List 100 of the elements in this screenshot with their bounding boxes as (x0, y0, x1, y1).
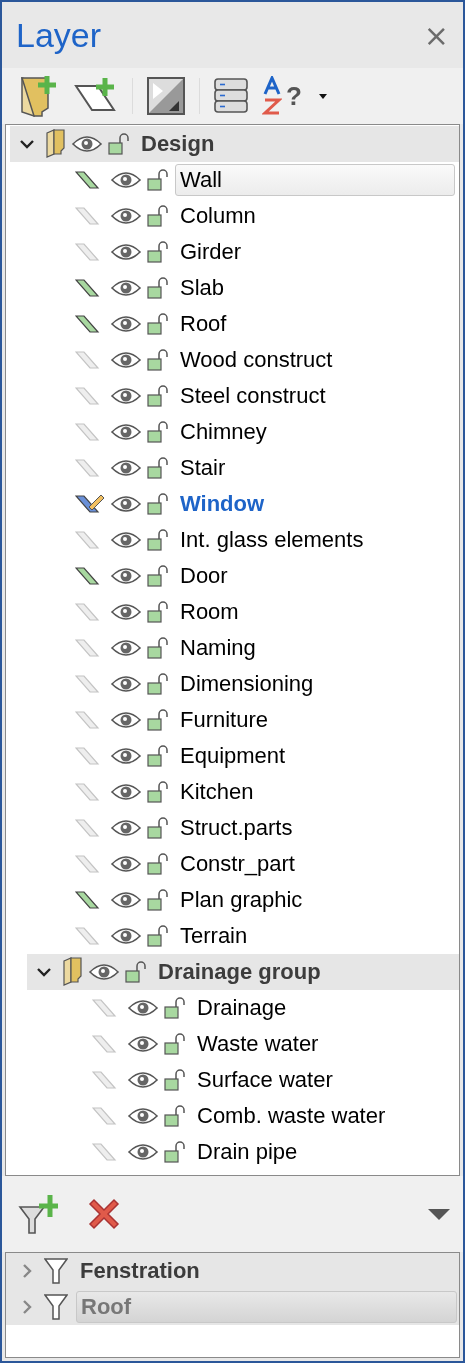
layer-name[interactable]: Drainage (192, 993, 292, 1023)
eye-icon[interactable] (111, 459, 141, 477)
eye-icon[interactable] (111, 711, 141, 729)
unlocked-padlock-icon[interactable] (164, 1033, 186, 1055)
unlocked-padlock-icon[interactable] (147, 277, 169, 299)
layer-name[interactable]: Slab (175, 273, 230, 303)
unlocked-padlock-icon[interactable] (147, 565, 169, 587)
layer-name[interactable]: Chimney (175, 417, 272, 447)
eye-icon[interactable] (128, 1035, 158, 1053)
unlocked-padlock-icon[interactable] (147, 637, 169, 659)
eye-icon[interactable] (111, 279, 141, 297)
layer-name[interactable]: Wood construct (175, 345, 338, 375)
folder-icon[interactable] (46, 129, 66, 159)
panel-title: Layer (16, 15, 102, 55)
unlocked-padlock-icon[interactable] (147, 205, 169, 227)
unlocked-padlock-icon[interactable] (147, 493, 169, 515)
unlocked-padlock-icon[interactable] (147, 169, 169, 191)
layer-name[interactable]: Naming (175, 633, 261, 663)
eye-icon[interactable] (128, 1107, 158, 1125)
layer-name[interactable]: Girder (175, 237, 247, 267)
layer-name[interactable]: Furniture (175, 705, 274, 735)
add-filter-button[interactable] (18, 1193, 58, 1235)
layer-name[interactable]: Stair (175, 453, 231, 483)
layer-name[interactable]: Column (175, 201, 261, 231)
eye-icon[interactable] (111, 747, 141, 765)
unlocked-padlock-icon[interactable] (164, 1141, 186, 1163)
layer-name[interactable]: Comb. waste water (192, 1101, 391, 1131)
layer-name[interactable]: Window (175, 489, 270, 519)
eye-icon[interactable] (111, 675, 141, 693)
eye-icon[interactable] (111, 783, 141, 801)
unlocked-padlock-icon[interactable] (147, 349, 169, 371)
unlocked-padlock-icon[interactable] (147, 709, 169, 731)
group-row[interactable]: Drainage group (27, 954, 459, 990)
layer-name[interactable]: Surface water (192, 1065, 338, 1095)
layer-list-button[interactable] (214, 78, 248, 114)
unlocked-padlock-icon[interactable] (147, 457, 169, 479)
group-name[interactable]: Drainage group (153, 957, 326, 987)
close-button[interactable]: × (419, 17, 453, 53)
eye-icon[interactable] (111, 531, 141, 549)
unlocked-padlock-icon[interactable] (164, 997, 186, 1019)
unlocked-padlock-icon[interactable] (147, 925, 169, 947)
layer-name[interactable]: Door (175, 561, 233, 591)
eye-icon[interactable] (72, 135, 102, 153)
layer-name[interactable]: Plan graphic (175, 885, 308, 915)
layer-name[interactable]: Roof (175, 309, 232, 339)
eye-icon[interactable] (111, 495, 141, 513)
eye-icon[interactable] (128, 1071, 158, 1089)
unlocked-padlock-icon[interactable] (147, 313, 169, 335)
eye-icon[interactable] (111, 855, 141, 873)
eye-icon[interactable] (111, 567, 141, 585)
unlocked-padlock-icon[interactable] (147, 889, 169, 911)
sort-button[interactable]: ? (262, 76, 302, 116)
layer-name[interactable]: Steel construct (175, 381, 331, 411)
layer-name[interactable]: Waste water (192, 1029, 324, 1059)
eye-icon[interactable] (128, 999, 158, 1017)
eye-icon[interactable] (111, 603, 141, 621)
layer-name[interactable]: Dimensioning (175, 669, 319, 699)
unlocked-padlock-icon[interactable] (147, 529, 169, 551)
eye-icon[interactable] (111, 387, 141, 405)
layer-name[interactable]: Equipment (175, 741, 291, 771)
eye-icon[interactable] (111, 423, 141, 441)
layer-pencil-icon[interactable] (75, 493, 105, 515)
unlocked-padlock-icon[interactable] (147, 781, 169, 803)
unlocked-padlock-icon[interactable] (108, 133, 130, 155)
eye-icon[interactable] (111, 243, 141, 261)
folder-icon[interactable] (63, 957, 83, 987)
eye-icon[interactable] (111, 207, 141, 225)
layer-name[interactable]: Int. glass elements (175, 525, 369, 555)
unlocked-padlock-icon[interactable] (147, 673, 169, 695)
dropdown-button[interactable] (427, 1207, 451, 1221)
delete-filter-button[interactable] (86, 1196, 122, 1232)
eye-icon[interactable] (111, 639, 141, 657)
unlocked-padlock-icon[interactable] (147, 601, 169, 623)
unlocked-padlock-icon[interactable] (147, 385, 169, 407)
layer-name[interactable]: Kitchen (175, 777, 259, 807)
group-row[interactable]: Design (10, 126, 459, 162)
unlocked-padlock-icon[interactable] (147, 853, 169, 875)
eye-icon[interactable] (111, 819, 141, 837)
eye-icon[interactable] (128, 1143, 158, 1161)
unlocked-padlock-icon[interactable] (164, 1069, 186, 1091)
unlocked-padlock-icon[interactable] (147, 241, 169, 263)
unlocked-padlock-icon[interactable] (147, 421, 169, 443)
eye-icon[interactable] (111, 171, 141, 189)
layer-name[interactable]: Drain pipe (192, 1137, 303, 1167)
layer-name[interactable]: Struct.parts (175, 813, 298, 843)
contrast-button[interactable] (147, 77, 185, 115)
unlocked-padlock-icon[interactable] (147, 817, 169, 839)
eye-icon[interactable] (89, 963, 119, 981)
eye-icon[interactable] (111, 351, 141, 369)
unlocked-padlock-icon[interactable] (147, 745, 169, 767)
group-name[interactable]: Design (136, 129, 220, 159)
unlocked-padlock-icon[interactable] (125, 961, 147, 983)
layer-name[interactable]: Wall (175, 164, 455, 196)
eye-icon[interactable] (111, 315, 141, 333)
unlocked-padlock-icon[interactable] (164, 1105, 186, 1127)
eye-icon[interactable] (111, 927, 141, 945)
layer-name[interactable]: Room (175, 597, 244, 627)
eye-icon[interactable] (111, 891, 141, 909)
layer-name[interactable]: Terrain (175, 921, 253, 951)
layer-name[interactable]: Constr_part (175, 849, 300, 879)
